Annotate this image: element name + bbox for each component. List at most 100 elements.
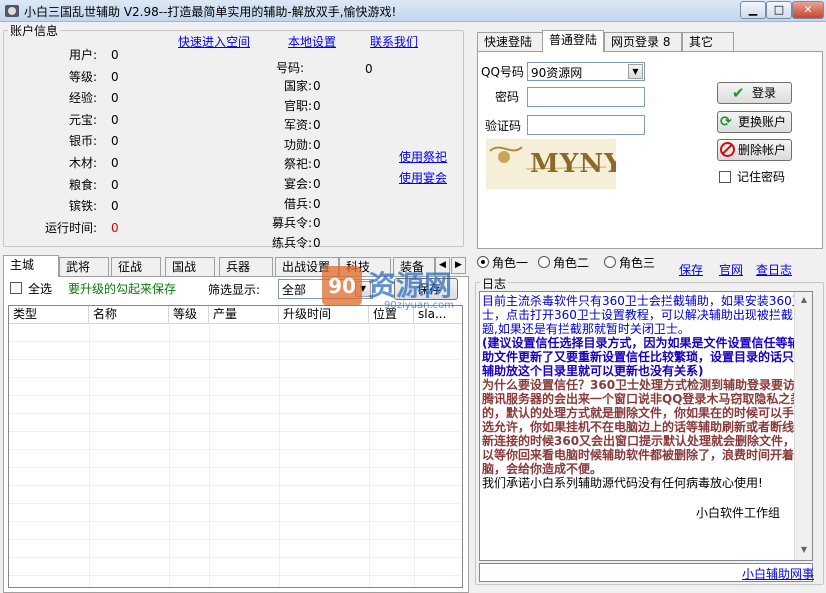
minimize-button[interactable]: ▁ [740,1,766,19]
stat-office-value: 0 [313,98,321,113]
close-button[interactable]: ✕ [792,1,824,19]
scroll-down-icon[interactable]: ▼ [796,542,812,558]
stat-banquet-label: 宴会: [283,177,312,191]
tab-generals[interactable]: 武将 [59,257,109,277]
stat-sacrifice-label: 祭祀: [283,157,312,172]
tab-equipment[interactable]: 装备 [393,257,435,277]
qq-number-value: 90资源网 [531,66,583,80]
log-footer-field: 小白辅助网事 [479,563,814,582]
delete-account-button[interactable]: 删除帐户 [717,139,792,161]
building-list[interactable]: 类型 名称 等级 产量 升级时间 位置 sla... [8,305,463,588]
use-sacrifice-link[interactable]: 使用祭祀 [399,148,447,165]
stat-user-value: 0 [111,48,119,62]
tab-national-war[interactable]: 国战 [165,257,215,277]
window-title: 小白三国乱世辅助 V2.98--打造最简单实用的辅助-解放双手,愉快游戏! [24,5,397,19]
filter-label: 筛选显示: [208,283,261,297]
scroll-up-icon[interactable]: ▲ [796,292,812,308]
switch-account-button[interactable]: ⟳ 更换账户 [717,111,792,133]
contact-us-link[interactable]: 联系我们 [370,33,418,50]
col-name[interactable]: 名称 [89,306,169,324]
log-para-4: 我们承诺小白系列辅助源代码没有任何病毒放心使用! [482,476,763,490]
col-position[interactable]: 位置 [369,306,414,324]
col-type[interactable]: 类型 [9,306,89,324]
login-button[interactable]: ✔ 登录 [717,82,792,104]
select-all-checkbox[interactable] [10,282,22,294]
tab-scroll-right-icon[interactable]: ▶ [451,257,466,274]
stat-user-label: 用户: [68,48,97,62]
tab-weapons[interactable]: 兵器 [219,257,273,277]
tab-other[interactable]: 其它 [682,32,734,52]
password-label: 密码 [495,90,520,104]
tab-main-city[interactable]: 主城 [3,255,59,277]
stat-sacrifice-value: 0 [313,157,321,172]
tab-quick-login[interactable]: 快速登陆 [477,32,543,52]
tab-normal-login[interactable]: 普通登陆 [542,30,604,52]
role-1-radio[interactable] [477,256,489,268]
filter-select[interactable]: 全部 ▼ [278,279,373,299]
log-scrollbar[interactable]: ▲ ▼ [794,292,812,560]
col-divider [89,324,90,587]
log-label: 日志 [480,275,509,292]
captcha-image[interactable]: MYNY [486,139,616,189]
captcha-input[interactable] [527,115,645,135]
tab-battle-settings[interactable]: 出战设置 [275,257,339,277]
save-upgrades-button[interactable]: 保存 [394,278,458,300]
col-sla[interactable]: sla... [414,306,462,324]
log-para-1: 目前主流杀毒软件只有360卫士会拦截辅助，如果安装360卫士，点击打开360卫士… [482,294,805,336]
chevron-down-icon[interactable]: ▼ [628,64,643,79]
tab-tech[interactable]: 科技 [339,257,391,277]
switch-account-label: 更换账户 [738,115,787,129]
maximize-button[interactable]: □ [766,1,792,19]
checkmark-icon: ✔ [732,84,745,102]
stat-train-label: 练兵令: [271,235,312,250]
role-save-link[interactable]: 保存 [679,261,703,278]
title-bar[interactable]: 小白三国乱世辅助 V2.98--打造最简单实用的辅助-解放双手,愉快游戏! ▁ … [0,0,826,22]
stat-recruit-label: 募兵令: [271,216,312,231]
official-site-link[interactable]: 官网 [719,261,743,278]
qq-number-label: QQ号码 [481,65,524,79]
quick-enter-space-link[interactable]: 快速进入空间 [178,33,250,50]
stat-borrow-label: 借兵: [283,196,312,211]
stat-country-value: 0 [313,79,321,93]
filter-chevron-down-icon[interactable]: ▼ [355,281,371,297]
stat-supply-value: 0 [313,118,321,133]
xiaobai-site-link[interactable]: 小白辅助网事 [742,565,814,582]
col-level[interactable]: 等级 [169,306,209,324]
tab-web-login[interactable]: 网页登录 8 [604,32,682,52]
save-upgrades-label: 保存 [417,282,442,296]
stat-supply-label: 军资: [283,118,312,133]
qq-number-select[interactable]: 90资源网 ▼ [527,62,645,81]
stat-exp-value: 0 [111,91,119,106]
stat-banquet-value: 0 [313,177,321,191]
tab-campaign[interactable]: 征战 [111,257,161,277]
role-3-label: 角色三 [619,256,656,270]
role-2-label: 角色二 [553,256,590,270]
remember-password-label: 记住密码 [737,170,786,184]
stat-level-value: 0 [111,69,119,84]
stat-food-value: 0 [111,177,119,192]
stat-silver-label: 银币: [68,134,97,149]
stat-runtime-value: 0 [111,220,119,235]
stat-merit-value: 0 [313,137,321,152]
remember-password-checkbox[interactable] [719,171,731,183]
stat-yuanbao-value: 0 [111,112,119,127]
stat-food-label: 粮食: [68,177,97,192]
role-2-radio[interactable] [538,256,550,268]
no-entry-icon [720,142,735,157]
col-upgrade-time[interactable]: 升级时间 [279,306,369,324]
col-divider [209,324,210,587]
col-output[interactable]: 产量 [209,306,279,324]
account-info-label: 账户信息 [8,22,61,39]
use-banquet-link[interactable]: 使用宴会 [399,169,447,186]
stat-borrow-value: 0 [313,196,321,211]
password-input[interactable] [527,87,645,107]
stat-wood-value: 0 [111,156,119,170]
stat-wood-label: 木材: [68,156,97,170]
captcha-text: MYNY [530,149,616,179]
tab-scroll-left-icon[interactable]: ◀ [435,257,450,274]
role-3-radio[interactable] [604,256,616,268]
log-textarea[interactable]: 目前主流杀毒软件只有360卫士会拦截辅助，如果安装360卫士，点击打开360卫士… [479,291,813,561]
view-log-link[interactable]: 查日志 [756,261,792,278]
local-settings-link[interactable]: 本地设置 [288,33,336,50]
filter-value: 全部 [282,283,307,297]
